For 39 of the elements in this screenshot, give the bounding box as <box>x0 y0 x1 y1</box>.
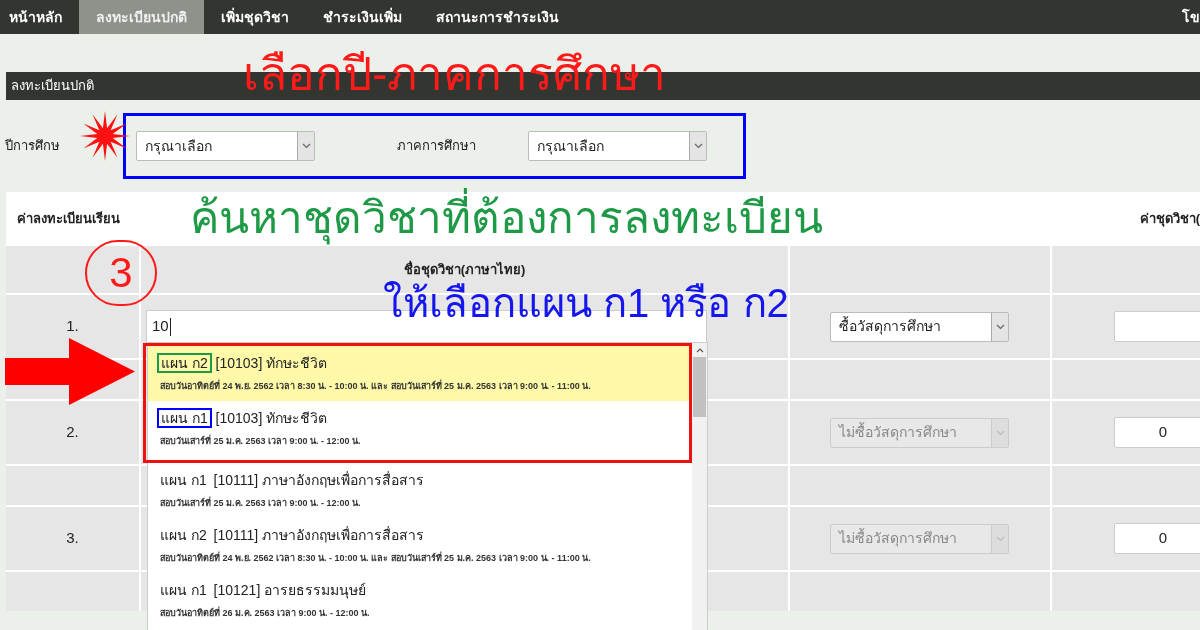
nav-tab[interactable]: เพิ่มชุดวิชา <box>204 0 306 34</box>
semester-label: ภาคการศึกษา <box>397 137 477 156</box>
year-select[interactable]: กรุณาเลือก <box>136 131 315 161</box>
suggestion-title: แผน ก1 [10121] อารยธรรมมนุษย์ <box>159 581 368 601</box>
exam-schedule: สอบวันอาทิตย์ที่ 24 พ.ย. 2562 เวลา 8:30 น. - 10:00 น. และ สอบวันเสาร์ที่ 25 ม.ค. 2563 เวลา 9:00 น. - 11:00 น. <box>159 380 592 394</box>
suggestion-title: แผน ก2 [10111] ภาษาอังกฤษเพื่อการสื่อสาร <box>159 525 426 546</box>
annotation-title: ค้นหาชุดวิชาที่ต้องการลงทะเบียน <box>190 189 823 247</box>
nav-tab[interactable]: สถานะการชำระเงิน <box>419 0 576 34</box>
fee-field[interactable] <box>1114 311 1200 342</box>
chevron-down-icon <box>301 143 311 149</box>
suggestion-item[interactable]: แผน ก2 [10103] ทักษะชีวิต สอบวันอาทิตย์ที่ 24 พ.ย. 2562 เวลา 8:30 น. - 10:00 น. และ สอบวันเสาร์ที่ 25 ม.ค. 2563 เวลา 9:00 น. - 11:00 น. <box>148 346 690 401</box>
chevron-down-icon <box>995 535 1005 542</box>
exam-schedule: สอบวันเสาร์ที่ 25 ม.ค. 2563 เวลา 9:00 น. - 12:00 น. <box>159 435 362 449</box>
nav-tab[interactable]: หน้าหลัก <box>0 0 79 34</box>
suggestion-title: แผน ก2 [10103] ทักษะชีวิต <box>157 353 690 375</box>
caption-label: ค่าชุดวิชา( <box>1139 210 1200 229</box>
suggestion-title: แผน ก1 [10111] ภาษาอังกฤษเพื่อการสื่อสาร <box>159 470 426 491</box>
row-number: 1. <box>6 295 139 358</box>
user-name: โข <box>1181 7 1200 27</box>
year-label: ปีการศึกษ <box>5 137 61 156</box>
semester-select[interactable]: กรุณาเลือก <box>528 131 707 161</box>
caption-label: ค่าลงทะเบียนเรียน <box>16 210 120 229</box>
arrow-icon <box>5 338 135 405</box>
row-number: 3. <box>6 507 139 570</box>
fee-field[interactable]: 0 <box>1114 523 1200 554</box>
exam-schedule: สอบวันเสาร์ที่ 25 ม.ค. 2563 เวลา 9:00 น. - 12:00 น. <box>159 497 362 511</box>
material-select[interactable]: ซื้อวัสดุการศึกษา <box>830 311 1009 342</box>
exam-schedule: สอบวันอาทิตย์ที่ 26 ม.ค. 2563 เวลา 9:00 น. - 12:00 น. <box>159 607 371 621</box>
nav-tab[interactable]: ชำระเงินเพิ่ม <box>306 0 419 34</box>
chevron-down-icon <box>995 429 1005 436</box>
chevron-down-icon <box>693 143 703 149</box>
chevron-down-icon <box>995 323 1005 330</box>
row-number: 2. <box>6 401 139 464</box>
fee-field[interactable]: 0 <box>1114 417 1200 448</box>
exam-schedule: สอบวันอาทิตย์ที่ 24 พ.ย. 2562 เวลา 8:30 น. - 10:00 น. และ สอบวันเสาร์ที่ 25 ม.ค. 2563 เวลา 9:00 น. - 11:00 น. <box>159 552 592 566</box>
section-title: ลงทะเบียนปกติ <box>11 77 94 96</box>
scroll-up-icon <box>695 347 704 353</box>
step-number: 3 <box>85 240 157 306</box>
suggestion-title: แผน ก1 [10103] ทักษะชีวิต <box>157 408 690 430</box>
